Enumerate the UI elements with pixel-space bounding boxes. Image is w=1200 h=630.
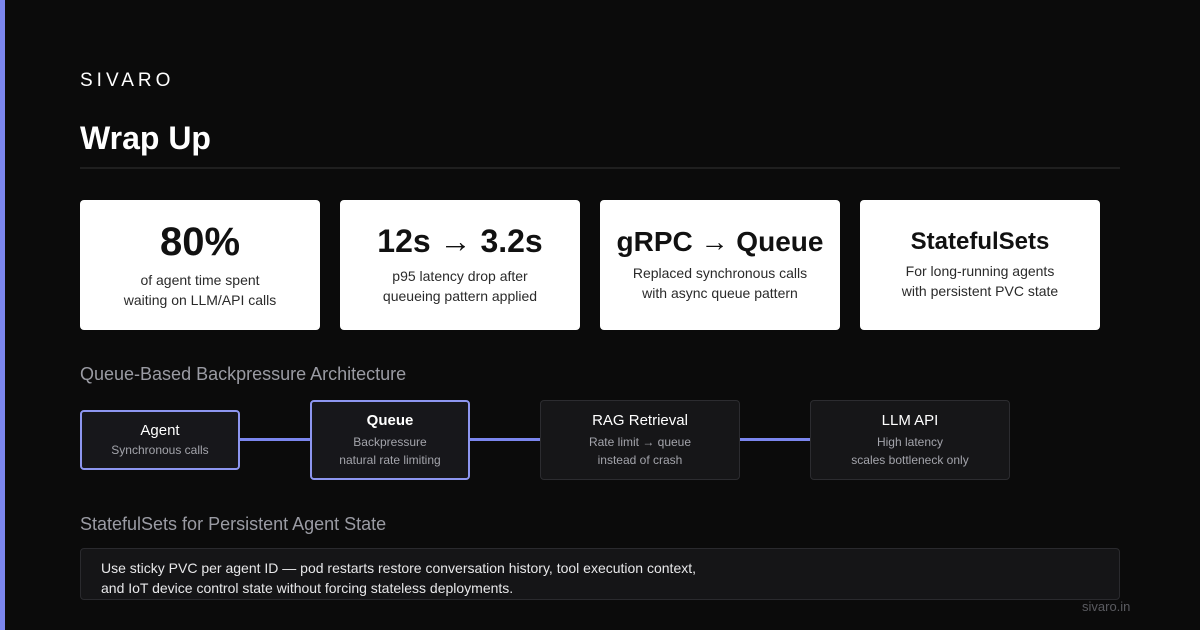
statefulsets-note: Use sticky PVC per agent ID — pod restar… [80, 548, 1120, 600]
page-title: Wrap Up [80, 120, 211, 156]
node-subtitle: High latency scales bottleneck only [851, 433, 968, 469]
stat-desc-line: with async queue pattern [642, 285, 798, 302]
stat-value: 12s → 3.2s [377, 223, 543, 260]
node-llm-api: LLM API High latency scales bottleneck o… [810, 400, 1010, 480]
node-title: RAG Retrieval [592, 411, 688, 429]
stat-desc-line: For long-running agents [905, 263, 1055, 280]
architecture-heading: Queue-Based Backpressure Architecture [80, 364, 407, 384]
note-line: and IoT device control state without for… [101, 580, 514, 596]
node-title: LLM API [881, 411, 939, 429]
node-queue: Queue Backpressure natural rate limiting [310, 400, 470, 480]
left-accent-bar [0, 0, 5, 630]
stat-desc-line: Replaced synchronous calls [632, 265, 808, 282]
footer-url: sivaro.in [1082, 599, 1131, 614]
stat-desc-line: queueing pattern applied [382, 287, 538, 304]
node-sub-line: natural rate limiting [339, 452, 441, 467]
stat-desc-line: waiting on LLM/API calls [123, 292, 277, 308]
stat-card-time-waiting: 80% of agent time spent waiting on LLM/A… [80, 200, 320, 330]
stat-value: StatefulSets [910, 227, 1050, 255]
stat-description: of agent time spent waiting on LLM/API c… [124, 270, 277, 310]
node-sub-line: Rate limit → queue [588, 434, 692, 449]
title-divider [80, 167, 1120, 169]
connector-agent-queue [240, 438, 310, 441]
statefulsets-heading: StatefulSets for Persistent Agent State [80, 514, 387, 534]
node-agent: Agent Synchronous calls [80, 410, 240, 470]
brand-logo-text: SIVARO [80, 70, 175, 91]
node-sub-line: Synchronous calls [111, 442, 209, 457]
stat-card-latency: 12s → 3.2s p95 latency drop after queuei… [340, 200, 580, 330]
stat-description: Replaced synchronous calls with async qu… [633, 263, 807, 303]
stat-desc-line: with persistent PVC state [901, 283, 1059, 300]
stat-desc-line: of agent time spent [140, 272, 260, 288]
node-sub-line: High latency [876, 434, 944, 449]
connector-queue-rag [470, 438, 540, 441]
stat-description: For long-running agents with persistent … [902, 261, 1058, 301]
note-line: Use sticky PVC per agent ID — pod restar… [101, 560, 697, 576]
node-sub-line: Backpressure [353, 434, 427, 449]
stat-card-grpc-queue: gRPC → Queue Replaced synchronous calls … [600, 200, 840, 330]
stat-value: gRPC → Queue [616, 225, 824, 257]
stat-cards: 80% of agent time spent waiting on LLM/A… [80, 200, 1100, 330]
node-subtitle: Synchronous calls [111, 441, 208, 459]
node-subtitle: Rate limit → queue instead of crash [589, 433, 691, 469]
node-sub-line: scales bottleneck only [851, 452, 969, 467]
node-rag-retrieval: RAG Retrieval Rate limit → queue instead… [540, 400, 740, 480]
stat-desc-line: p95 latency drop after [392, 267, 528, 284]
node-title: Agent [140, 421, 180, 439]
node-sub-line: instead of crash [597, 452, 683, 467]
stat-value: 80% [159, 220, 241, 264]
node-subtitle: Backpressure natural rate limiting [339, 433, 440, 469]
connector-rag-llm [740, 438, 810, 441]
stat-description: p95 latency drop after queueing pattern … [383, 266, 537, 306]
stat-card-statefulsets: StatefulSets For long-running agents wit… [860, 200, 1100, 330]
node-title: Queue [366, 411, 414, 429]
